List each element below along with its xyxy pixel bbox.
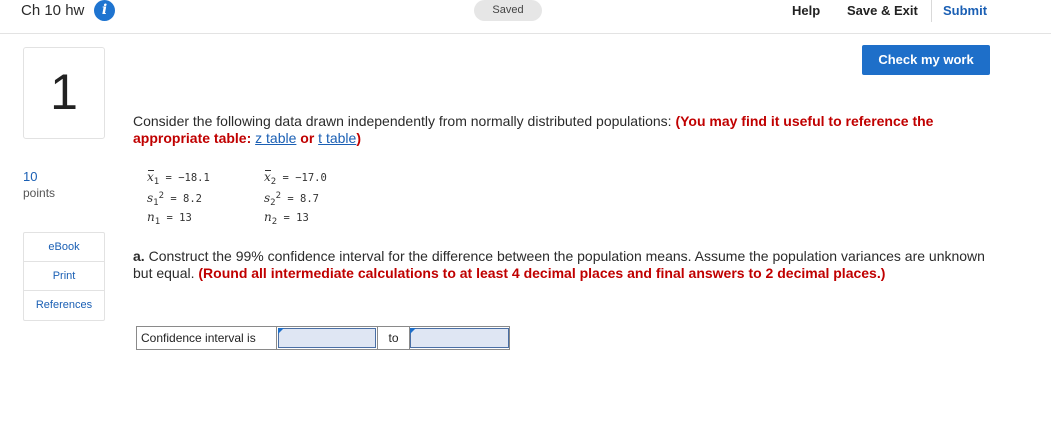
part-a-label: a. bbox=[133, 248, 145, 264]
saved-status-badge: Saved bbox=[474, 0, 542, 21]
x2-subscript: 2 bbox=[270, 177, 277, 187]
equals-sign: = bbox=[287, 193, 294, 205]
x1-subscript: 1 bbox=[153, 177, 160, 187]
s2-value: 8.7 bbox=[300, 193, 319, 205]
ebook-link[interactable]: eBook bbox=[24, 233, 104, 262]
s1-value: 8.2 bbox=[183, 193, 202, 205]
equals-sign: = bbox=[170, 193, 177, 205]
check-my-work-button[interactable]: Check my work bbox=[862, 45, 990, 75]
help-button[interactable]: Help bbox=[792, 2, 820, 19]
t-table-link[interactable]: t table bbox=[318, 130, 356, 146]
n2-value: 13 bbox=[296, 212, 309, 224]
question-prompt: Consider the following data drawn indepe… bbox=[133, 113, 953, 147]
s2-subscript: 2 bbox=[270, 198, 276, 208]
submit-button[interactable]: Submit bbox=[943, 2, 987, 19]
question-tools: eBook Print References bbox=[23, 232, 105, 321]
s1-row: s12 = 8.2 bbox=[147, 191, 202, 208]
lower-bound-input[interactable] bbox=[278, 328, 376, 348]
or-text: or bbox=[296, 130, 319, 146]
x2-value: −17.0 bbox=[295, 172, 327, 184]
n2-row: n2 = 13 bbox=[264, 210, 309, 227]
info-icon[interactable]: i bbox=[94, 0, 115, 21]
save-exit-button[interactable]: Save & Exit bbox=[847, 2, 918, 19]
references-link[interactable]: References bbox=[24, 291, 104, 320]
s1-superscript: 2 bbox=[158, 191, 165, 201]
n2-subscript: 2 bbox=[271, 217, 278, 227]
prompt-hint-close: ) bbox=[356, 130, 361, 146]
x1-value: −18.1 bbox=[178, 172, 210, 184]
equals-sign: = bbox=[282, 172, 289, 184]
s2-row: s22 = 8.7 bbox=[264, 191, 319, 208]
confidence-interval-label: Confidence interval is bbox=[137, 327, 277, 349]
n1-value: 13 bbox=[179, 212, 192, 224]
prompt-text: Consider the following data drawn indepe… bbox=[133, 113, 676, 129]
s2-superscript: 2 bbox=[275, 191, 282, 201]
x2-symbol: x bbox=[264, 170, 271, 184]
n1-subscript: 1 bbox=[154, 217, 161, 227]
part-a-instructions: (Round all intermediate calculations to … bbox=[198, 265, 886, 281]
equals-sign: = bbox=[166, 212, 173, 224]
top-bar: Ch 10 hw i Saved Help Save & Exit Submit bbox=[0, 0, 1051, 34]
upper-bound-input[interactable] bbox=[410, 328, 509, 348]
points-value: 10 bbox=[23, 169, 38, 184]
x1-row: x1 = −18.1 bbox=[147, 170, 210, 187]
to-label: to bbox=[377, 327, 410, 349]
header-divider bbox=[931, 0, 932, 22]
n2-symbol: n bbox=[264, 210, 272, 224]
x1-symbol: x bbox=[147, 170, 154, 184]
z-table-link[interactable]: z table bbox=[255, 130, 296, 146]
question-number: 1 bbox=[50, 64, 78, 120]
confidence-interval-answer: Confidence interval is to bbox=[136, 326, 510, 350]
question-number-box: 1 bbox=[23, 47, 105, 139]
assignment-title: Ch 10 hw bbox=[21, 2, 85, 19]
part-a-text: a. Construct the 99% confidence interval… bbox=[133, 248, 1003, 282]
print-link[interactable]: Print bbox=[24, 262, 104, 291]
equals-sign: = bbox=[165, 172, 172, 184]
x2-row: x2 = −17.0 bbox=[264, 170, 327, 187]
n1-row: n1 = 13 bbox=[147, 210, 192, 227]
equals-sign: = bbox=[283, 212, 290, 224]
points-label: points bbox=[23, 186, 56, 200]
n1-symbol: n bbox=[147, 210, 155, 224]
s1-subscript: 1 bbox=[153, 198, 159, 208]
